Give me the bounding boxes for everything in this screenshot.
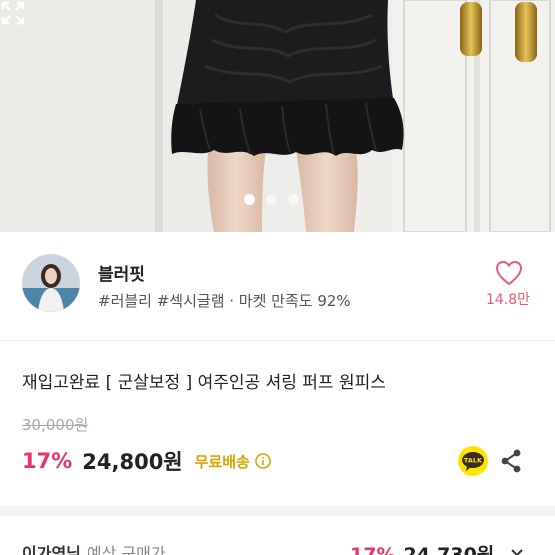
pagination-dot[interactable] xyxy=(266,194,277,205)
info-icon[interactable] xyxy=(255,453,271,469)
talk-badge-text: TALK xyxy=(464,457,483,465)
user-name-label: 이가영님 xyxy=(22,544,81,555)
original-price: 30,000원 xyxy=(22,416,89,434)
expected-price: 17% 24,730원 xyxy=(350,540,494,555)
shop-avatar[interactable] xyxy=(22,254,80,312)
share-icon[interactable] xyxy=(500,448,522,474)
expected-discount-rate: 17% xyxy=(350,544,396,555)
pagination-dot[interactable] xyxy=(244,194,255,205)
gallery-pagination xyxy=(244,194,299,205)
kakao-talk-icon[interactable]: TALK xyxy=(458,446,488,476)
shop-tags: #러블리 #섹시글램 · 마켓 만족도 92% xyxy=(98,292,351,310)
sale-price: 24,800원 xyxy=(82,450,183,474)
shop-name[interactable]: 블러핏 xyxy=(98,260,145,285)
expected-price-row[interactable]: 이가영님 예상 구매가 xyxy=(22,540,166,555)
expected-price-label: 예상 구매가 xyxy=(86,544,166,555)
chevron-down-icon[interactable] xyxy=(510,546,524,555)
expand-icon[interactable] xyxy=(0,0,26,26)
like-count: 14.8만 xyxy=(485,292,531,308)
price-row: 17% 24,800원 무료배송 xyxy=(22,446,271,476)
expected-price-value: 24,730원 xyxy=(403,544,495,555)
section-separator xyxy=(0,506,555,516)
product-title: 재입고완료 [ 군살보정 ] 여주인공 셔링 퍼프 원피스 xyxy=(22,373,386,393)
free-shipping-label: 무료배송 xyxy=(194,452,250,471)
heart-outline-icon[interactable] xyxy=(495,260,523,286)
shop-info: 블러핏 #러블리 #섹시글램 · 마켓 만족도 92% 14.8만 xyxy=(0,232,555,340)
pagination-dot[interactable] xyxy=(288,194,299,205)
product-image-gallery[interactable] xyxy=(0,0,555,232)
discount-rate: 17% xyxy=(22,449,73,473)
divider xyxy=(0,340,555,341)
